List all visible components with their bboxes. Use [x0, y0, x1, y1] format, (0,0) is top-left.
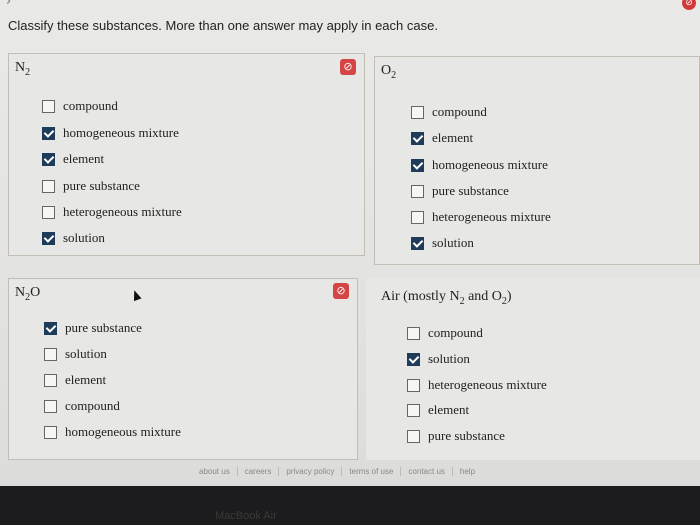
checkbox[interactable] — [411, 131, 424, 145]
checkbox[interactable] — [407, 403, 420, 417]
footer-link-about[interactable]: about us — [192, 467, 238, 476]
option-heterogeneous-mixture[interactable]: heterogeneous mixture — [411, 208, 551, 226]
option-element[interactable]: element — [44, 371, 106, 389]
clear-answer-button-n2o[interactable]: ⊘ — [333, 283, 349, 299]
panel-title: Air (mostly N2 and O2) — [381, 289, 512, 307]
option-compound[interactable]: compound — [407, 324, 483, 342]
option-homogeneous-mixture[interactable]: homogeneous mixture — [411, 156, 548, 174]
top-bar: › ⊘ — [0, 0, 700, 10]
checkbox[interactable] — [407, 352, 420, 366]
top-right-clear-icon[interactable]: ⊘ — [682, 0, 696, 10]
panel-n2o: N2O pure substance solution element comp… — [8, 278, 358, 460]
option-solution[interactable]: solution — [407, 350, 470, 368]
option-homogeneous-mixture[interactable]: homogeneous mixture — [44, 423, 181, 441]
option-element[interactable]: element — [407, 401, 469, 419]
option-pure-substance[interactable]: pure substance — [44, 319, 142, 337]
panel-n2: N2 ⊘ compound homogeneous mixture elemen… — [8, 53, 365, 256]
footer-link-help[interactable]: help — [453, 467, 482, 476]
panel-title: N2 — [15, 60, 31, 78]
checkbox[interactable] — [44, 321, 57, 335]
option-solution[interactable]: solution — [411, 234, 474, 252]
checkbox[interactable] — [44, 425, 57, 439]
laptop-bezel-label: MacBook Air — [215, 510, 277, 522]
option-element[interactable]: element — [42, 150, 104, 168]
option-compound[interactable]: compound — [44, 397, 120, 415]
option-solution[interactable]: solution — [44, 345, 107, 363]
option-pure-substance[interactable]: pure substance — [411, 182, 509, 200]
footer-link-careers[interactable]: careers — [238, 467, 280, 476]
footer-links: about us careers privacy policy terms of… — [192, 467, 482, 476]
browser-screen: › ⊘ Classify these substances. More than… — [0, 0, 700, 486]
checkbox[interactable] — [42, 152, 55, 166]
checkbox[interactable] — [42, 126, 55, 140]
checkbox[interactable] — [44, 347, 57, 361]
instructions-text: Classify these substances. More than one… — [8, 18, 438, 33]
checkbox[interactable] — [411, 105, 424, 119]
option-compound[interactable]: compound — [411, 103, 487, 121]
option-element[interactable]: element — [411, 129, 473, 147]
option-heterogeneous-mixture[interactable]: heterogeneous mixture — [42, 203, 182, 221]
checkbox[interactable] — [411, 158, 424, 172]
option-pure-substance[interactable]: pure substance — [407, 427, 505, 445]
panel-title: O2 — [381, 63, 397, 81]
checkbox[interactable] — [42, 231, 55, 245]
checkbox[interactable] — [44, 399, 57, 413]
checkbox[interactable] — [44, 373, 57, 387]
checkbox[interactable] — [411, 184, 424, 198]
checkbox[interactable] — [411, 236, 424, 250]
option-solution[interactable]: solution — [42, 229, 105, 247]
checkbox[interactable] — [407, 378, 420, 392]
option-heterogeneous-mixture[interactable]: heterogeneous mixture — [407, 376, 547, 394]
option-compound[interactable]: compound — [42, 97, 118, 115]
checkbox[interactable] — [42, 205, 55, 219]
option-pure-substance[interactable]: pure substance — [42, 177, 140, 195]
footer-link-contact[interactable]: contact us — [401, 467, 453, 476]
clear-answer-button[interactable]: ⊘ — [340, 59, 356, 75]
panel-air: Air (mostly N2 and O2) compound solution… — [366, 278, 700, 460]
footer-link-terms[interactable]: terms of use — [342, 467, 402, 476]
checkbox[interactable] — [411, 210, 424, 224]
nav-forward-icon[interactable]: › — [6, 0, 11, 9]
checkbox[interactable] — [42, 99, 55, 113]
option-homogeneous-mixture[interactable]: homogeneous mixture — [42, 124, 179, 142]
checkbox[interactable] — [407, 429, 420, 443]
footer-link-privacy[interactable]: privacy policy — [279, 467, 343, 476]
panel-o2: O2 compound element homogeneous mixture … — [374, 56, 700, 265]
checkbox[interactable] — [407, 326, 420, 340]
panel-title: N2O — [15, 285, 41, 303]
checkbox[interactable] — [42, 179, 55, 193]
